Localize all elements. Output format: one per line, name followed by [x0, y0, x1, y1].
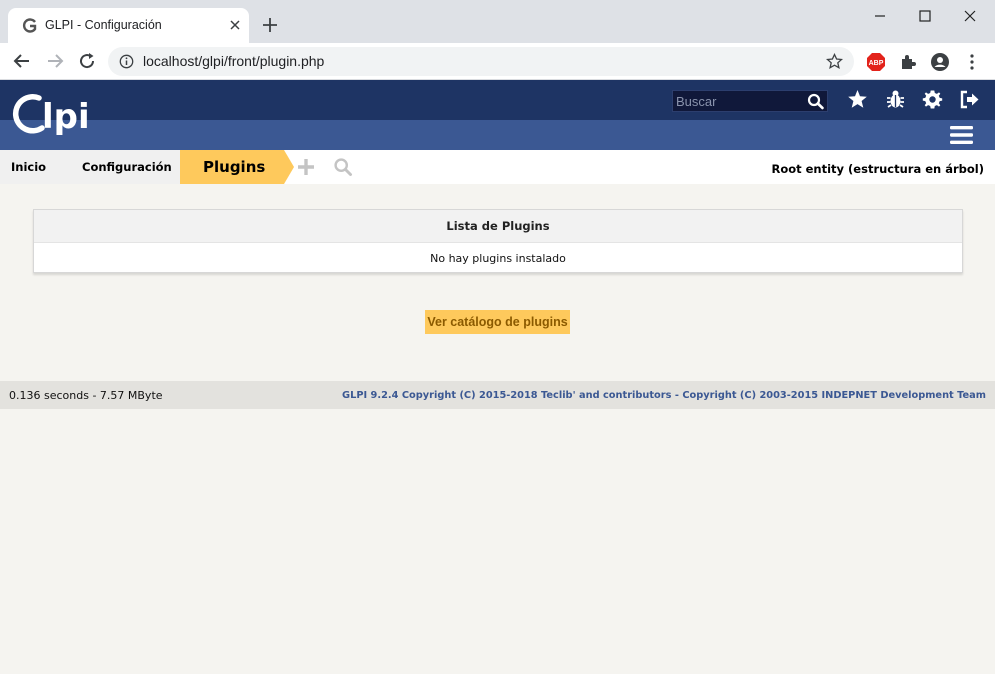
footer-copyright-link[interactable]: GLPI 9.2.4 Copyright (C) 2015-2018 Tecli… — [342, 390, 986, 401]
glpi-header — [0, 80, 995, 120]
close-tab-icon[interactable] — [227, 17, 243, 33]
plugins-table: Lista de Plugins No hay plugins instalad… — [33, 209, 963, 273]
browser-menu-icon[interactable] — [962, 52, 982, 72]
maximize-icon[interactable] — [914, 5, 936, 27]
adblock-badge-text: ABP — [869, 60, 884, 67]
breadcrumb-current-plugins[interactable]: Plugins — [180, 150, 284, 184]
profile-avatar-icon[interactable] — [930, 52, 950, 72]
tab-title: GLPI - Configuración — [45, 18, 162, 32]
footer-stats: 0.136 seconds - 7.57 MByte — [9, 389, 163, 402]
table-title: Lista de Plugins — [34, 210, 962, 243]
search-icon[interactable] — [807, 93, 825, 110]
star-icon[interactable] — [847, 89, 868, 110]
minimize-icon[interactable] — [869, 5, 891, 27]
bug-icon[interactable] — [885, 89, 906, 110]
logout-icon[interactable] — [959, 89, 980, 110]
gear-icon[interactable] — [922, 89, 943, 110]
forward-icon[interactable] — [45, 51, 65, 71]
breadcrumb-separator — [284, 150, 294, 184]
browser-title-bar: GLPI - Configuración — [0, 0, 995, 43]
close-window-icon[interactable] — [959, 5, 981, 27]
extensions-puzzle-icon[interactable] — [898, 52, 918, 72]
adblock-extension-icon[interactable]: ABP — [866, 52, 886, 72]
reload-icon[interactable] — [77, 51, 97, 71]
glpi-subheader — [0, 120, 995, 150]
browser-toolbar: localhost/glpi/front/plugin.php ABP — [0, 43, 995, 80]
back-icon[interactable] — [12, 51, 32, 71]
svg-text:lpi: lpi — [42, 97, 90, 137]
page-footer: 0.136 seconds - 7.57 MByte GLPI 9.2.4 Co… — [0, 381, 995, 409]
active-entity-label[interactable]: Root entity (estructura en árbol) — [771, 162, 984, 176]
browser-tab[interactable]: GLPI - Configuración — [8, 8, 249, 43]
table-empty-message: No hay plugins instalado — [430, 252, 566, 265]
url-text: localhost/glpi/front/plugin.php — [143, 53, 325, 69]
add-icon[interactable] — [296, 157, 316, 177]
breadcrumb-home-link[interactable]: Inicio — [0, 150, 58, 184]
hamburger-menu-icon[interactable] — [950, 125, 973, 145]
breadcrumb-config-link[interactable]: Configuración — [58, 150, 180, 184]
bookmark-star-icon[interactable] — [826, 53, 843, 70]
search-input[interactable] — [676, 93, 801, 109]
glpi-logo[interactable]: lpi — [6, 92, 98, 142]
address-bar[interactable]: localhost/glpi/front/plugin.php — [108, 47, 854, 76]
new-tab-icon[interactable] — [260, 15, 280, 35]
glpi-favicon-icon — [23, 18, 37, 33]
search-icon[interactable] — [333, 157, 353, 177]
view-plugin-catalog-button[interactable]: Ver catálogo de plugins — [425, 310, 570, 334]
site-info-icon[interactable] — [119, 54, 134, 69]
global-search — [672, 90, 828, 112]
